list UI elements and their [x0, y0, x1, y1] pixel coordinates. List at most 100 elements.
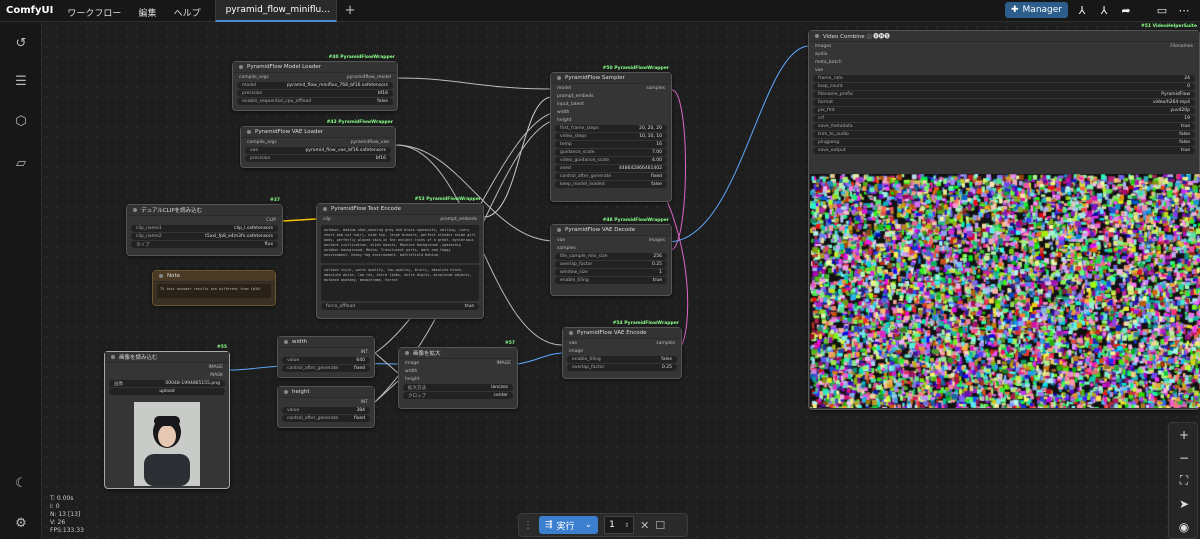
widget[interactable]: value 384	[282, 407, 370, 414]
widget-model[interactable]: model pyramid_flow_miniflux_768_bf16.safe…	[237, 82, 393, 89]
input-slot[interactable]: width	[405, 369, 417, 374]
logo-icon-1[interactable]: ⅄	[1074, 2, 1090, 18]
input-slot[interactable]: image	[405, 361, 419, 366]
widget[interactable]: crf 19	[813, 115, 1195, 122]
input-slot[interactable]: clip	[323, 217, 331, 222]
output-slot[interactable]: samples	[646, 86, 665, 91]
widget[interactable]: control_after_generate fixed	[555, 173, 667, 180]
widget[interactable]: control_after_generate fixed	[282, 365, 370, 372]
manager-button[interactable]: ✚ Manager	[1005, 2, 1068, 18]
input-slot[interactable]: height	[557, 118, 571, 123]
input-slot[interactable]: width	[557, 110, 569, 115]
widget[interactable]: first_frame_steps 20, 20, 20	[555, 125, 667, 132]
input-slot[interactable]: audio	[815, 52, 827, 57]
settings-gear-icon[interactable]: ⚙	[12, 514, 30, 532]
widget[interactable]: window_size 1	[555, 269, 667, 276]
history-icon[interactable]: ↺	[12, 34, 30, 52]
widget[interactable]: format video/h264-mp4	[813, 99, 1195, 106]
cancel-icon[interactable]: ✕	[640, 519, 649, 532]
select-mode-icon[interactable]: ➤	[1169, 492, 1199, 515]
widget[interactable]: pix_fmt yuv420p	[813, 107, 1195, 114]
widget[interactable]: seed 448642866461402	[555, 165, 667, 172]
output-slot[interactable]: INT	[361, 350, 368, 355]
node-video-combine[interactable]: #51 VideoHelperSuite Video Combine 🎥🅥🅗🅢 …	[808, 24, 1200, 410]
widget[interactable]: enable_tiling false	[567, 356, 677, 363]
menu-help[interactable]: ヘルプ	[174, 9, 201, 19]
widget-precision[interactable]: precision bf16	[245, 155, 391, 162]
theme-moon-icon[interactable]: ☾	[12, 474, 30, 492]
widget[interactable]: save_metadata true	[813, 123, 1195, 130]
widget[interactable]: video_guidance_scale 4.00	[555, 157, 667, 164]
logo-icon-2[interactable]: ⅄	[1096, 2, 1112, 18]
note-text[interactable]: T5 text encoder results are different fr…	[157, 284, 271, 298]
output-slot[interactable]: prompt_embeds	[440, 217, 477, 222]
more-icon[interactable]: ⋯	[1176, 2, 1192, 18]
widget[interactable]: pingpong false	[813, 139, 1195, 146]
output-slot[interactable]: INT	[361, 400, 368, 405]
chevron-down-icon[interactable]: ⌄	[585, 520, 593, 530]
new-tab-icon[interactable]: +	[345, 3, 356, 18]
run-button[interactable]: ⇶ 実行 ⌄	[539, 516, 599, 534]
node-vae-decode[interactable]: #48 PyramidFlowWrapper PyramidFlow VAE D…	[550, 218, 672, 296]
share-icon[interactable]: ➦	[1118, 2, 1134, 18]
node-note[interactable]: Note T5 text encoder results are differe…	[152, 270, 276, 306]
input-slot[interactable]: height	[405, 377, 419, 382]
negative-prompt-textarea[interactable]: cartoon style, worst quality, low qualit…	[321, 265, 479, 301]
widget-precision[interactable]: precision bf16	[237, 90, 393, 97]
widget[interactable]: video_steps 10, 10, 10	[555, 133, 667, 140]
output-slot[interactable]: pyramidflow_vae	[351, 140, 389, 145]
queue-icon[interactable]: ☰	[12, 72, 30, 90]
input-slot[interactable]: prompt_embeds	[557, 94, 594, 99]
node-library-icon[interactable]: ⬡	[12, 112, 30, 130]
workflow-tab[interactable]: pyramid_flow_miniflu…	[214, 0, 337, 22]
menu-edit[interactable]: 編集	[138, 9, 156, 19]
output-slot[interactable]: IMAGE	[208, 365, 223, 370]
node-upscale[interactable]: #57 画像を拡大 image IMAGE width height 拡大方法 la…	[398, 341, 518, 409]
widget-vae[interactable]: vae pyramid_flow_vae_bf16.safetensors	[245, 147, 391, 154]
menu-workflow[interactable]: ワークフロー	[67, 9, 121, 19]
input-slot[interactable]: compile_args	[239, 75, 269, 80]
node-width[interactable]: width INT value 640 control_after_generat…	[277, 336, 375, 378]
input-slot[interactable]: vae	[557, 238, 565, 243]
panel-toggle-icon[interactable]: ▭	[1154, 2, 1170, 18]
batch-count-input[interactable]: 1 ⇕	[604, 516, 635, 534]
output-slot[interactable]: images	[649, 238, 665, 243]
widget[interactable]: trim_to_audio false	[813, 131, 1195, 138]
input-slot[interactable]: vae	[815, 68, 823, 73]
node-model-loader[interactable]: #40 PyramidFlowWrapper PyramidFlow Model…	[232, 55, 398, 111]
input-slot[interactable]: model	[557, 86, 571, 91]
widget[interactable]: 拡大方法 lanczos	[403, 384, 513, 391]
widget[interactable]: frame_rate 24	[813, 75, 1195, 82]
widget[interactable]: value 640	[282, 357, 370, 364]
toggle-links-icon[interactable]: ◉	[1169, 515, 1199, 538]
stop-icon[interactable]: ☐	[655, 519, 665, 532]
input-slot[interactable]: vae	[569, 341, 577, 346]
output-slot[interactable]: MASK	[210, 373, 223, 378]
widget-offload[interactable]: enable_sequential_cpu_offload false	[237, 98, 393, 105]
node-vae-encode[interactable]: #54 PyramidFlowWrapper PyramidFlow VAE E…	[562, 321, 682, 379]
zoom-out-icon[interactable]: −	[1169, 446, 1199, 469]
folder-icon[interactable]: ▱	[12, 154, 30, 172]
positive-prompt-textarea[interactable]: outdoor, medium shot,wearing grey and bl…	[321, 225, 479, 263]
widget[interactable]: control_after_generate fixed	[282, 415, 370, 422]
node-load-image[interactable]: #55 画像を読み込む IMAGE MASK 画像 00048-199486515…	[104, 345, 230, 489]
output-slot[interactable]: IMAGE	[496, 361, 511, 366]
output-slot[interactable]: CLIP	[266, 218, 276, 223]
input-slot[interactable]: samples	[557, 246, 576, 251]
node-sampler[interactable]: #50 PyramidFlowWrapper PyramidFlow Sampl…	[550, 66, 672, 202]
widget-image-file[interactable]: 画像 00048-1994865155.png	[109, 380, 225, 387]
widget[interactable]: tile_sample_min_size 256	[555, 253, 667, 260]
input-slot[interactable]: input_latent	[557, 102, 584, 107]
output-slot[interactable]: pyramidflow_model	[347, 75, 391, 80]
widget-clip2[interactable]: clip_name2 t5xxl_fp8_e4m3fn.safetensors	[131, 233, 278, 240]
zoom-in-icon[interactable]: +	[1169, 423, 1199, 446]
node-height[interactable]: height INT value 384 control_after_genera…	[277, 386, 375, 428]
input-slot[interactable]: image	[569, 349, 583, 354]
widget[interactable]: filename_prefix PyramidFlow	[813, 91, 1195, 98]
fit-view-icon[interactable]: ⛶	[1169, 469, 1199, 492]
input-slot[interactable]: compile_args	[247, 140, 277, 145]
widget-force-offload[interactable]: force_offload true	[321, 303, 479, 310]
widget[interactable]: enable_tiling true	[555, 277, 667, 284]
node-text-encode[interactable]: #53 PyramidFlowWrapper PyramidFlow Text …	[316, 197, 484, 319]
widget[interactable]: loop_count 0	[813, 83, 1195, 90]
